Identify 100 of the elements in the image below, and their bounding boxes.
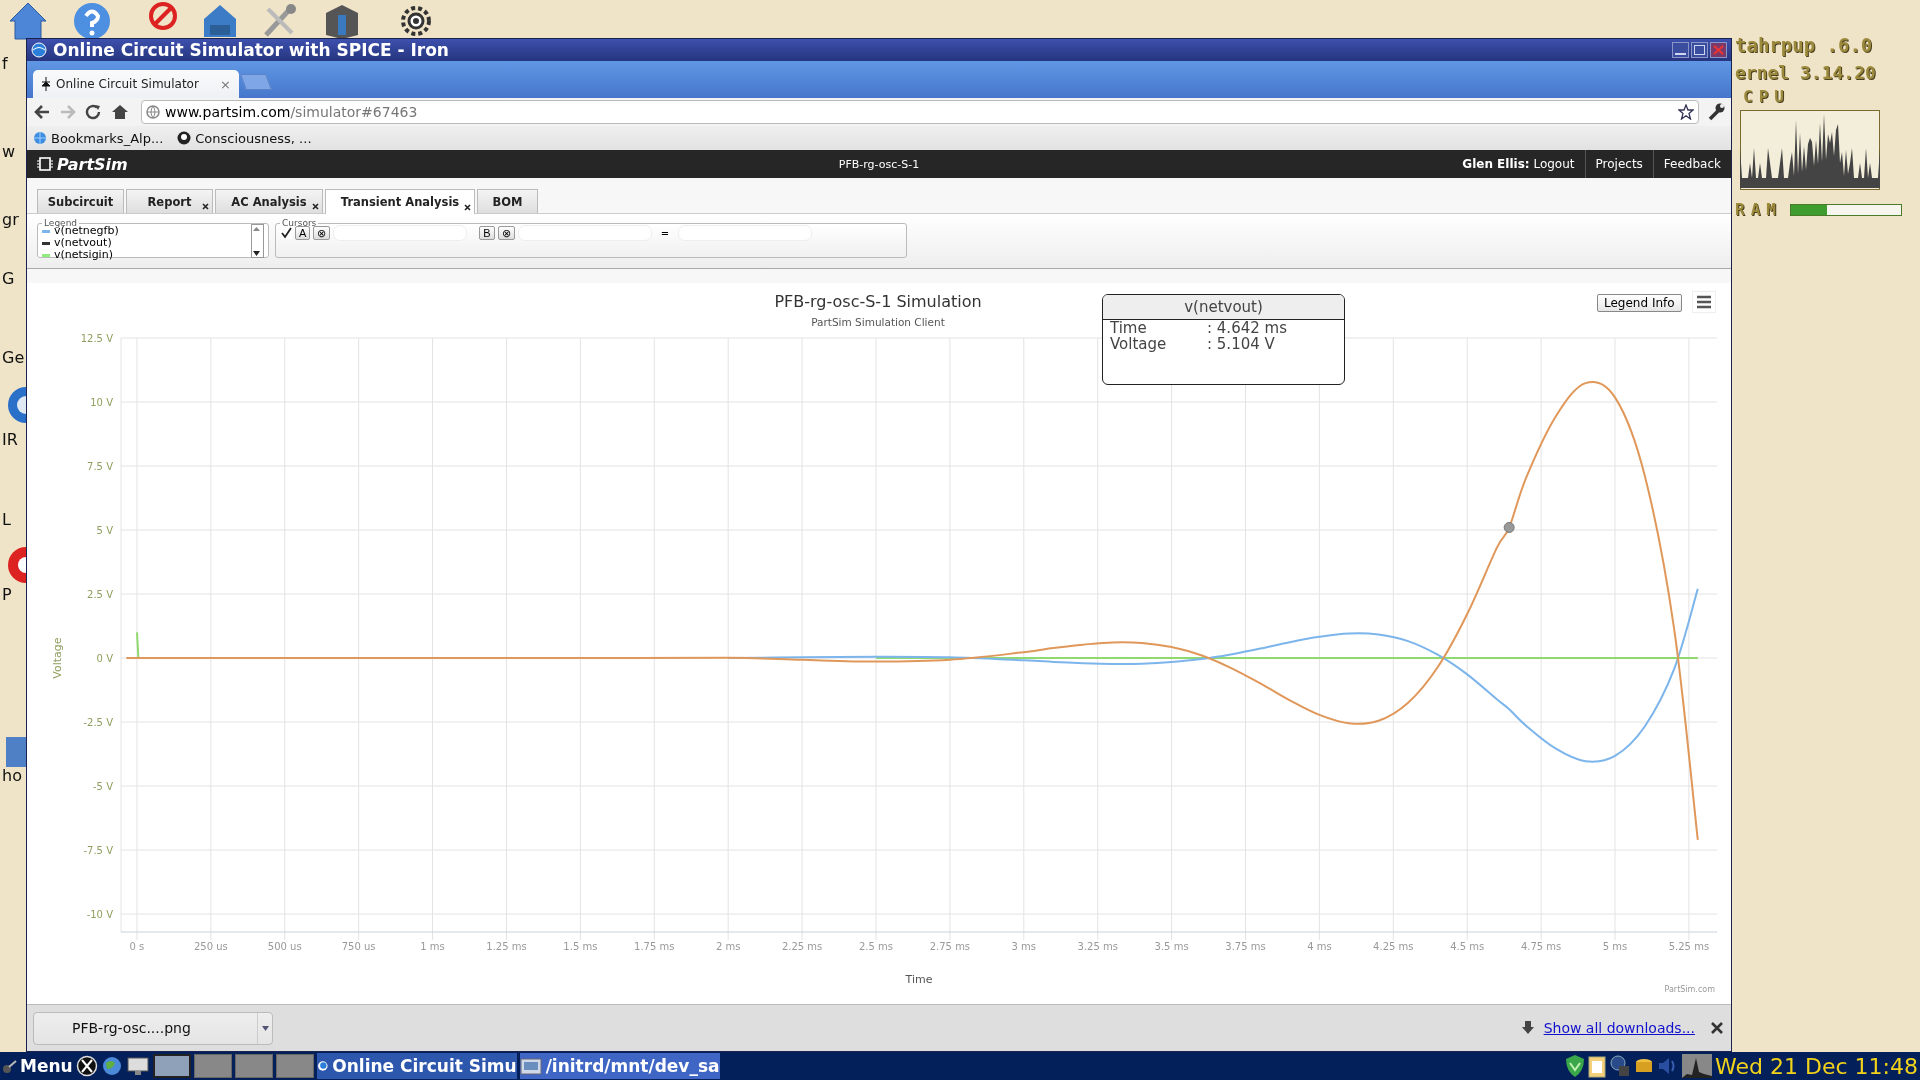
desktop-icon-label: ho	[2, 767, 22, 785]
axis-tick-label: 750 us	[341, 941, 376, 952]
chip-icon	[37, 157, 53, 171]
show-all-link[interactable]: Show all downloads...	[1543, 1020, 1695, 1036]
close-icon[interactable]	[464, 204, 471, 211]
kernel-version: ernel 3.14.20	[1735, 61, 1877, 85]
bookmark[interactable]: Bookmarks_Alp...	[33, 130, 164, 146]
axis-tick-label: 0 s	[129, 941, 145, 952]
shield-icon[interactable]	[1565, 1054, 1586, 1078]
wrench-icon[interactable]	[1707, 103, 1725, 121]
close-icon[interactable]	[312, 203, 319, 210]
menu-icon[interactable]	[1692, 291, 1716, 313]
scrollbar[interactable]	[251, 224, 264, 258]
address-bar[interactable]: www.partsim.com/simulator#67463	[141, 100, 1699, 124]
down-arrow-icon[interactable]	[252, 250, 261, 257]
minimize-icon[interactable]	[1672, 42, 1689, 58]
cpu-graph-icon[interactable]	[1682, 1054, 1713, 1078]
monitor-icon[interactable]	[125, 1055, 150, 1077]
tab-close[interactable]: ×	[220, 76, 231, 92]
axis-tick-label: 2.25 ms	[781, 941, 823, 952]
axis-tick-label: 3.25 ms	[1077, 941, 1118, 952]
x-circle-icon[interactable]	[75, 1055, 98, 1077]
hover-marker	[1503, 521, 1515, 533]
axis-tick-label: 0 V	[96, 653, 113, 665]
workspace-button[interactable]	[152, 1054, 191, 1078]
bookmark[interactable]: Consciousness, ...	[177, 130, 312, 146]
axis-tick-label: 5.25 ms	[1668, 941, 1710, 952]
diode-icon	[41, 77, 51, 91]
taskbar-button[interactable]: /initrd/mnt/dev_sa	[519, 1053, 720, 1079]
cursor-b-field[interactable]	[517, 225, 652, 241]
workspace-button[interactable]	[234, 1054, 273, 1078]
taskbar-button[interactable]: Online Circuit Simu	[316, 1053, 517, 1079]
desktop-icon-label: IR	[2, 431, 18, 449]
axis-tick-label: 7.5 V	[87, 461, 113, 472]
clear-button[interactable]: ⊗	[313, 226, 331, 240]
axis-tick-label: 4 ms	[1307, 941, 1332, 952]
analysis-tab[interactable]: Subcircuit	[37, 189, 124, 213]
legend-info-button[interactable]: Legend Info	[1597, 294, 1682, 312]
analysis-tab[interactable]: Report	[126, 189, 213, 213]
menu-button[interactable]: Menu	[0, 1056, 73, 1076]
checkbox[interactable]	[280, 227, 292, 239]
house-icon[interactable]	[8, 1, 48, 41]
tab-title: Online Circuit Simulator	[56, 77, 200, 91]
clipboard-icon[interactable]	[1588, 1054, 1607, 1078]
axis-tick-label: 1 ms	[420, 941, 445, 952]
up-arrow-icon[interactable]	[252, 225, 261, 232]
desktop-icon-label: gr	[2, 211, 19, 229]
axis-tick-label: 2.5 ms	[858, 941, 893, 952]
close-icon[interactable]	[202, 203, 209, 210]
tooltip-value: : 4.642 ms	[1207, 320, 1287, 336]
app-logo[interactable]: PartSim	[37, 154, 297, 174]
axis-tick-label: 2 ms	[715, 941, 741, 952]
download-item[interactable]: PFB-rg-osc....png	[33, 1011, 273, 1045]
axis-tick-label: 2.5 V	[87, 589, 113, 601]
analysis-tab[interactable]: BOM	[477, 189, 538, 213]
user-name: Glen Ellis:	[1462, 157, 1530, 171]
legend-item[interactable]: v(netnegfb)	[42, 225, 251, 237]
home-icon[interactable]	[111, 104, 129, 120]
star-icon[interactable]	[1678, 104, 1694, 120]
analysis-tab[interactable]: Transient Analysis	[325, 189, 475, 214]
cursor-b-button[interactable]: B	[479, 226, 495, 240]
axis-tick-label: 4.75 ms	[1520, 941, 1562, 952]
desktop-icon-label: G	[2, 270, 15, 288]
maximize-icon[interactable]	[1691, 42, 1708, 58]
folder-icon	[519, 1056, 542, 1076]
close-icon[interactable]	[1711, 1022, 1723, 1034]
reload-icon[interactable]	[85, 104, 103, 120]
axis-tick-label: 12.5 V	[80, 333, 113, 344]
browser-tab[interactable]: Online Circuit Simulator ×	[33, 70, 239, 98]
axis-tick-label: 10 V	[90, 397, 113, 408]
analysis-tab[interactable]: AC Analysis	[215, 189, 323, 213]
axis-tick-label: -5 V	[93, 781, 113, 793]
legend-item[interactable]: v(netvout)	[42, 237, 251, 249]
window-title: Online Circuit Simulator with SPICE - Iron	[53, 40, 450, 60]
tooltip-title: v(netvout)	[1103, 295, 1344, 320]
system-name: tahrpup .6.0	[1735, 33, 1874, 58]
workspace-button[interactable]	[193, 1054, 232, 1078]
caret-icon[interactable]	[261, 1025, 269, 1031]
help-icon[interactable]	[72, 1, 112, 41]
difference-field[interactable]	[678, 225, 813, 241]
legend-title: Legend	[43, 218, 78, 228]
axis-tick-label: 1.5 ms	[563, 941, 598, 952]
tooltip-label: Time	[1110, 320, 1148, 336]
axis-tick-label: 3.5 ms	[1154, 941, 1189, 952]
tooltip-value: : 5.104 V	[1207, 336, 1275, 352]
axis-tick-label: 4.25 ms	[1373, 941, 1414, 952]
logout-link[interactable]: Logout	[1533, 157, 1575, 171]
axis-tick-label: 1.25 ms	[486, 941, 527, 952]
clock: Wed 21 Dec 11:48	[1715, 1053, 1919, 1079]
clear-button[interactable]: ⊗	[497, 226, 515, 240]
workspace-button[interactable]	[275, 1054, 314, 1078]
cursor-a-field[interactable]	[333, 225, 468, 241]
legend-item[interactable]: v(netsigin)	[42, 249, 251, 261]
chart-subtitle: PartSim Simulation Client	[811, 316, 945, 328]
back-icon[interactable]	[33, 104, 51, 120]
axis-title: Voltage	[51, 637, 64, 679]
ram-label: RAM	[1735, 200, 1782, 219]
cursor-a-button[interactable]: A	[295, 226, 311, 240]
desktop-icon-label: Ge	[2, 349, 25, 367]
axis-tick-label: 5 ms	[1602, 941, 1628, 952]
